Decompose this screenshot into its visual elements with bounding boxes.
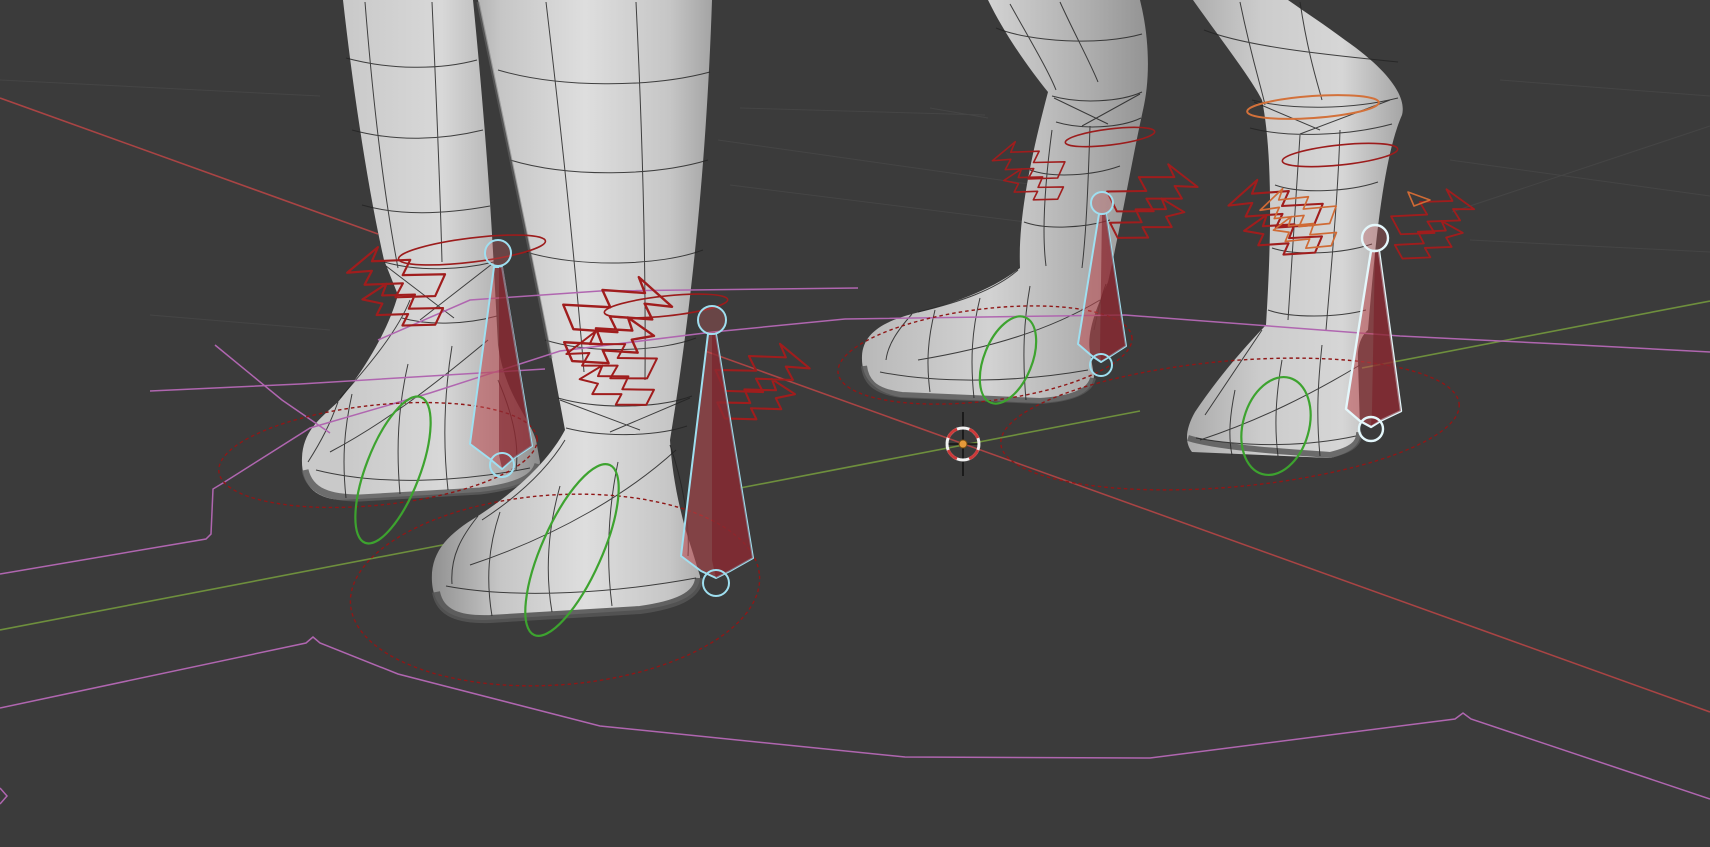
cursor-center-dot (959, 440, 967, 448)
viewport[interactable] (0, 0, 1710, 847)
bone-head-joint[interactable] (485, 240, 511, 266)
bone-head-joint[interactable] (698, 306, 726, 334)
bone-head-joint[interactable] (1362, 225, 1388, 251)
bone-head-joint[interactable] (1091, 192, 1113, 214)
viewport-canvas[interactable] (0, 0, 1710, 847)
viewport-background[interactable] (0, 0, 1710, 847)
